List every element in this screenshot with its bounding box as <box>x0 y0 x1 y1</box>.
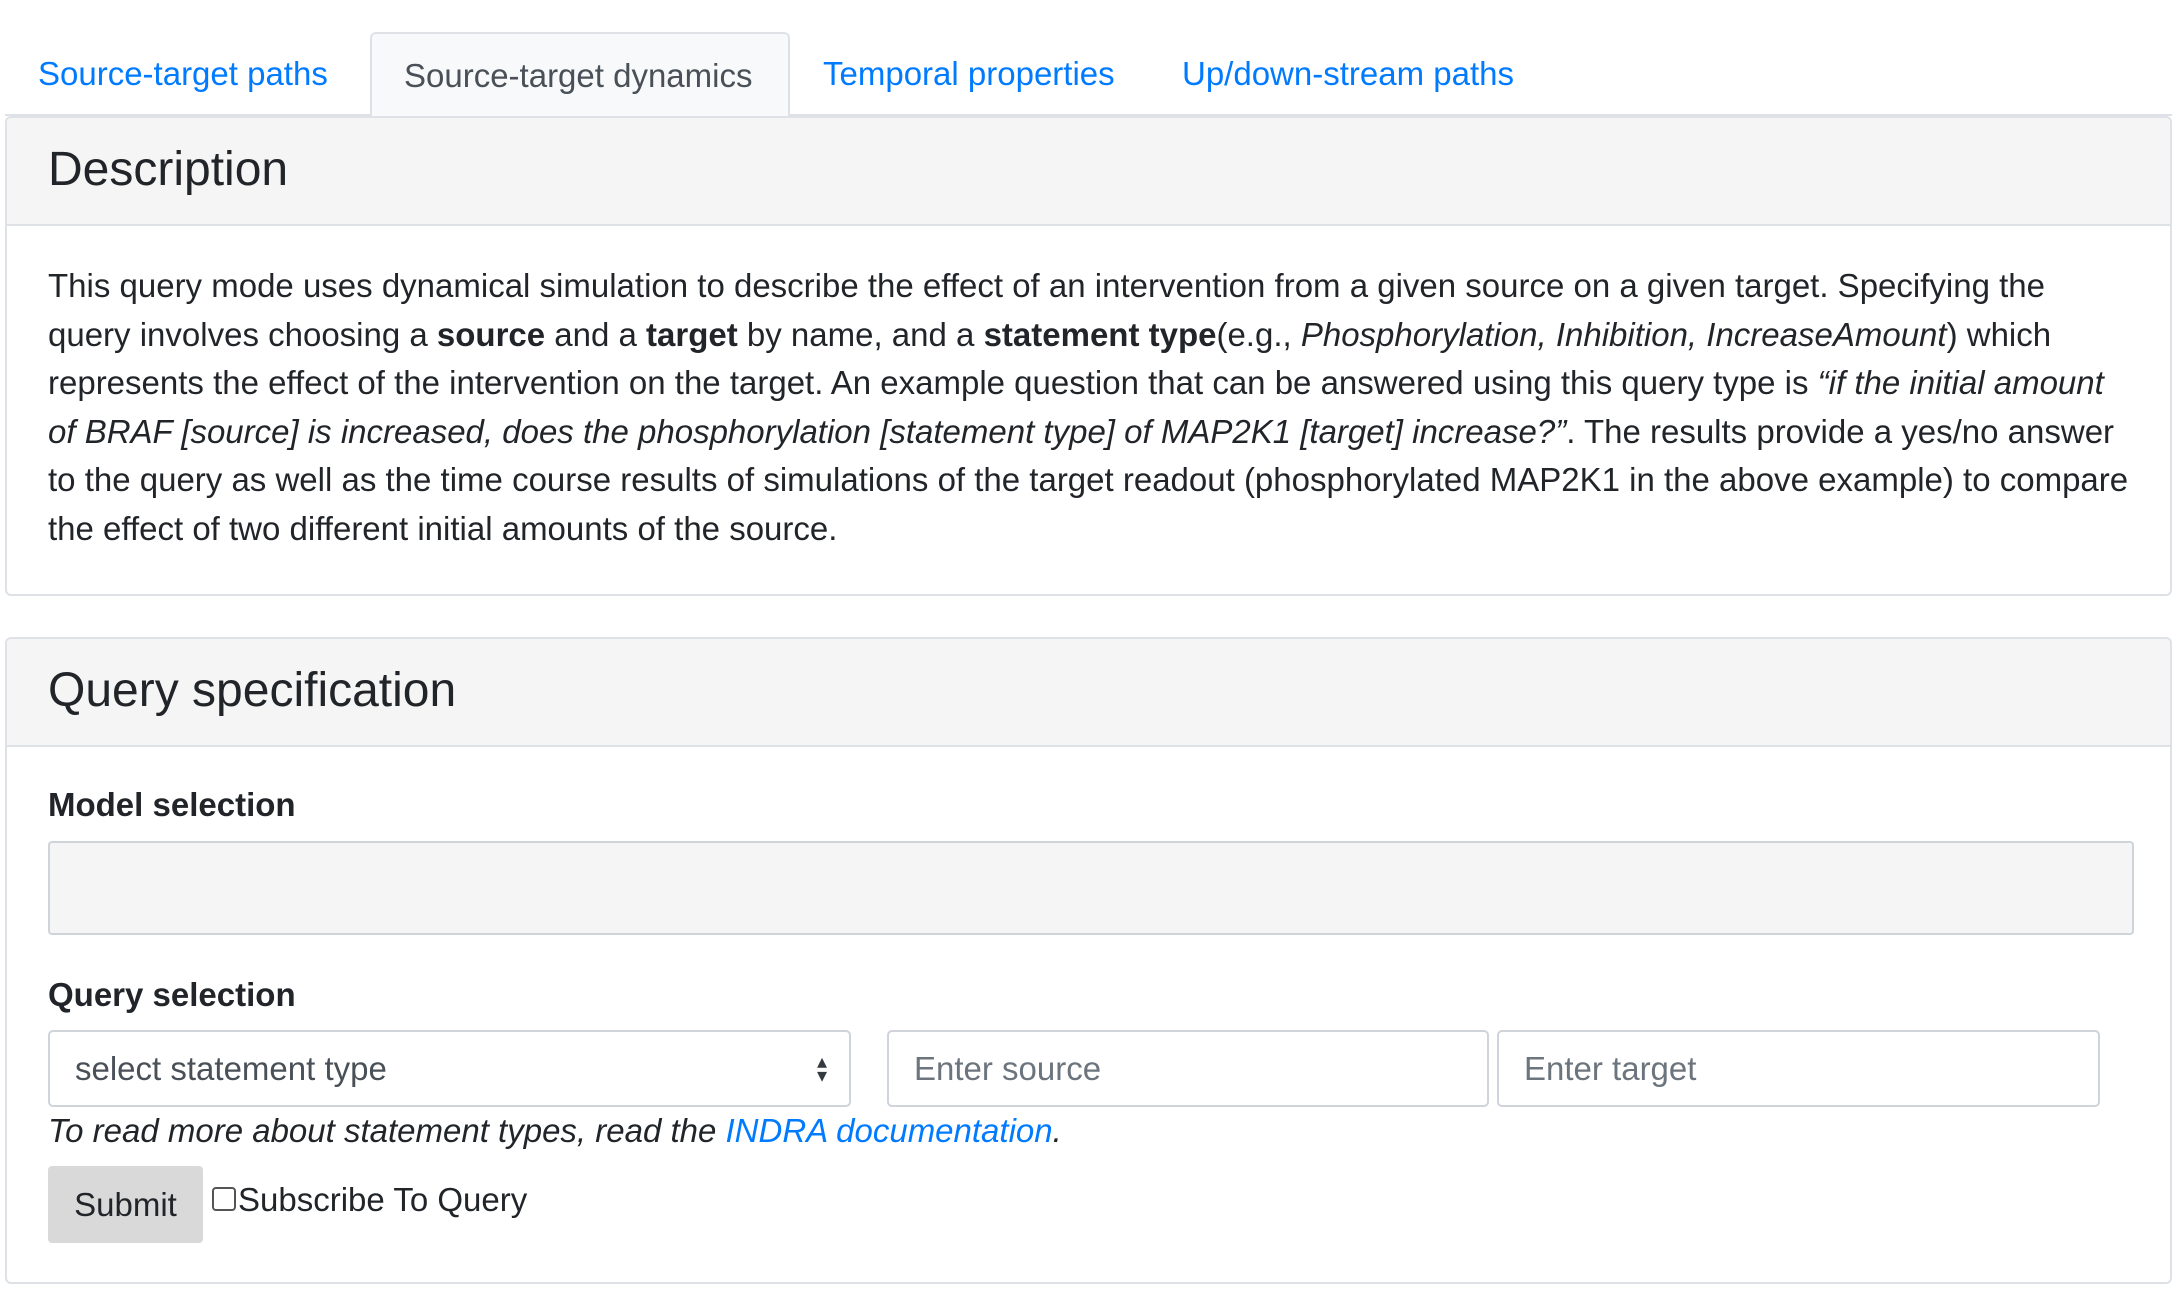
submit-button[interactable]: Submit <box>48 1166 203 1243</box>
description-title: Description <box>7 118 2170 226</box>
query-mode-tabs: Source-target paths Source-target dynami… <box>5 0 2172 118</box>
subscribe-checkbox[interactable] <box>212 1187 236 1211</box>
description-card: Description This query mode uses dynamic… <box>5 116 2172 596</box>
model-selection-field[interactable] <box>48 841 2134 935</box>
query-specification-title: Query specification <box>7 639 2170 747</box>
tab-source-target-paths[interactable]: Source-target paths <box>38 32 368 116</box>
tab-source-target-dynamics[interactable]: Source-target dynamics <box>370 32 790 118</box>
indra-documentation-link[interactable]: INDRA documentation <box>726 1112 1053 1149</box>
subscribe-label[interactable]: Subscribe To Query <box>238 1181 527 1219</box>
query-specification-card: Query specification Model selection Quer… <box>5 637 2172 1284</box>
source-input[interactable]: Enter source <box>887 1030 1489 1107</box>
model-selection-label: Model selection <box>48 786 296 823</box>
tab-up-down-stream-paths[interactable]: Up/down-stream paths <box>1182 32 1542 116</box>
query-selection-label: Query selection <box>48 976 296 1013</box>
statement-type-select-value: select statement type <box>75 1050 387 1087</box>
statement-type-select[interactable]: select statement type ▴ ▾ <box>48 1030 851 1107</box>
statement-types-note: To read more about statement types, read… <box>48 1112 1062 1149</box>
select-arrows-icon: ▴ ▾ <box>816 1050 827 1087</box>
page-container: Source-target paths Source-target dynami… <box>5 0 2172 1284</box>
description-text: This query mode uses dynamical simulatio… <box>48 267 2129 547</box>
tab-temporal-properties[interactable]: Temporal properties <box>823 32 1153 116</box>
target-input[interactable]: Enter target <box>1497 1030 2100 1107</box>
